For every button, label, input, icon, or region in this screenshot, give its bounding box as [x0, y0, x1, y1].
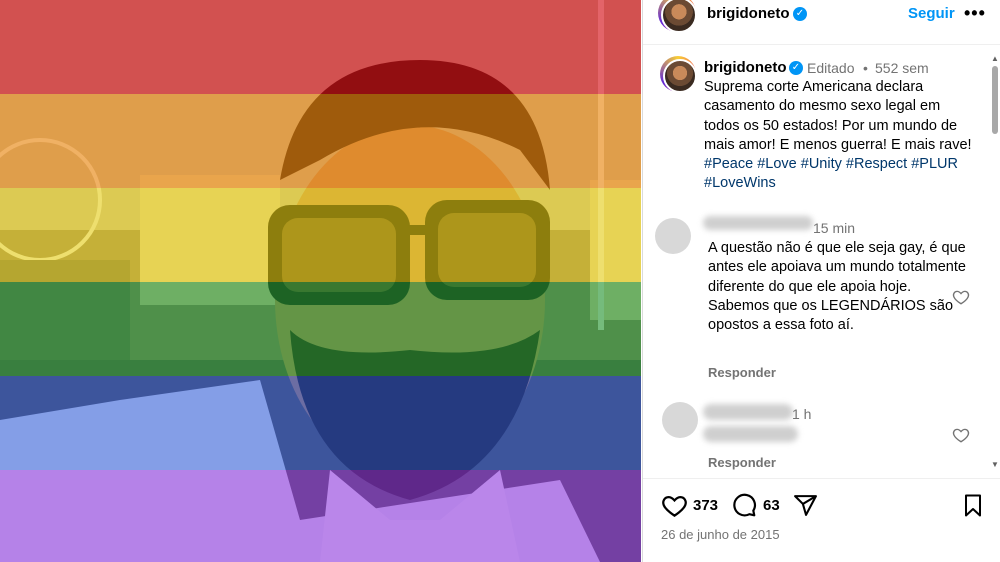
- comment-username-redacted: [703, 404, 793, 420]
- comment-text-redacted: [703, 426, 798, 442]
- hashtag-lovewins[interactable]: #LoveWins: [704, 175, 776, 191]
- meta-dot: •: [863, 60, 868, 76]
- header-username[interactable]: brigidoneto: [707, 5, 790, 22]
- reply-button[interactable]: Responder: [708, 365, 776, 380]
- header-divider: [643, 44, 1000, 45]
- follow-button[interactable]: Seguir: [908, 5, 955, 22]
- comment-like-heart-icon[interactable]: [952, 426, 970, 444]
- post-age[interactable]: 552 sem: [875, 60, 929, 76]
- rainbow-stripe-purple: [0, 470, 641, 562]
- header-avatar[interactable]: [661, 0, 697, 33]
- scroll-up-arrow-icon[interactable]: ▲: [991, 54, 999, 63]
- comment-time[interactable]: 1 h: [792, 406, 811, 422]
- comment-like-heart-icon[interactable]: [952, 288, 970, 306]
- post-caption: Suprema corte Americana declara casament…: [704, 78, 974, 194]
- caption-text: Suprema corte Americana declara casament…: [704, 79, 972, 153]
- caption-username[interactable]: brigidoneto: [704, 59, 787, 76]
- likes-count[interactable]: 373: [693, 497, 718, 514]
- hashtag-unity[interactable]: #Unity: [801, 156, 842, 172]
- hashtag-peace[interactable]: #Peace: [704, 156, 753, 172]
- comment-time[interactable]: 15 min: [813, 220, 855, 236]
- reply-button[interactable]: Responder: [708, 455, 776, 470]
- rainbow-stripe-blue: [0, 376, 641, 470]
- paper-plane-icon[interactable]: [793, 493, 818, 518]
- hashtag-love[interactable]: #Love: [757, 156, 797, 172]
- comment-avatar[interactable]: [662, 402, 698, 438]
- scrollbar-thumb[interactable]: [992, 66, 998, 134]
- comments-count[interactable]: 63: [763, 497, 780, 514]
- more-options-icon[interactable]: •••: [964, 3, 986, 24]
- comment-username-redacted: [703, 216, 813, 230]
- comment-bubble-icon[interactable]: [731, 492, 757, 518]
- caption-avatar[interactable]: [663, 59, 697, 93]
- comment-text: A questão não é que ele seja gay, é que …: [708, 240, 966, 334]
- post-actions-bar: 373 63: [643, 490, 1000, 520]
- post-date[interactable]: 26 de junho de 2015: [661, 527, 780, 542]
- rainbow-stripe-yellow: [0, 188, 641, 282]
- bookmark-icon[interactable]: [961, 493, 985, 518]
- hashtag-plur[interactable]: #PLUR: [911, 156, 958, 172]
- comments-scrollbar[interactable]: ▲ ▼: [989, 54, 1000, 473]
- rainbow-stripe-green: [0, 282, 641, 376]
- hashtag-respect[interactable]: #Respect: [846, 156, 907, 172]
- rainbow-stripe-red: [0, 0, 641, 94]
- post-photo[interactable]: [0, 0, 641, 562]
- scroll-down-arrow-icon[interactable]: ▼: [991, 460, 999, 469]
- verified-badge-icon: ✓: [793, 7, 807, 21]
- edited-label: Editado: [807, 60, 855, 76]
- post-side-panel: brigidoneto ✓ Seguir ••• brigidoneto ✓ E…: [642, 0, 1000, 562]
- rainbow-stripe-orange: [0, 94, 641, 188]
- comment-avatar[interactable]: [655, 218, 691, 254]
- actions-divider: [643, 478, 1000, 479]
- caption-verified-badge-icon: ✓: [789, 61, 803, 75]
- heart-icon[interactable]: [661, 492, 688, 519]
